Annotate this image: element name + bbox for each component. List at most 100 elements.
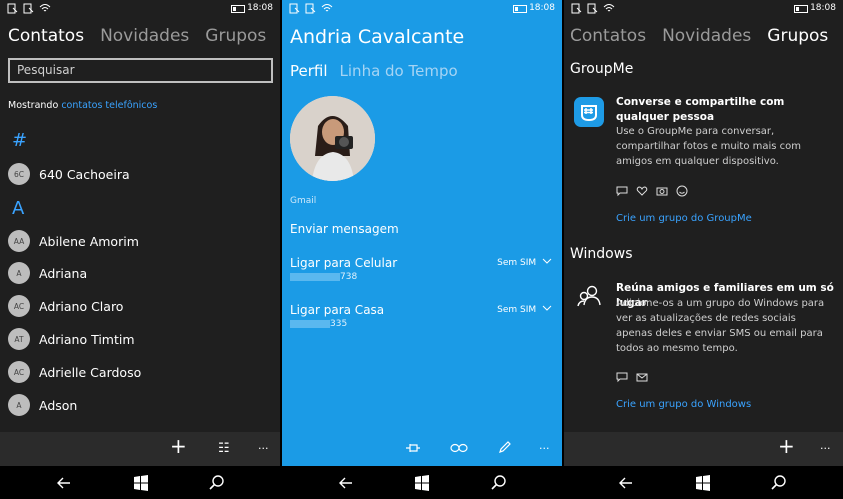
search-icon[interactable]: [770, 474, 788, 492]
back-icon[interactable]: [55, 474, 73, 492]
create-windows-group-link[interactable]: Crie um grupo do Windows: [616, 399, 751, 410]
battery-icon: [513, 5, 527, 13]
chevron-down-icon: [542, 305, 552, 311]
people-icon: [577, 285, 601, 307]
create-groupme-link[interactable]: Crie um grupo do GroupMe: [616, 213, 752, 224]
wifi-icon: [39, 4, 51, 12]
chat-icon: [616, 186, 628, 197]
pivot-tabs: Contatos Novidades Grupos: [8, 26, 266, 46]
battery-icon: [794, 5, 808, 13]
send-message-button[interactable]: Enviar mensagem: [290, 222, 399, 236]
showing-prefix: Mostrando: [8, 100, 59, 111]
edit-icon[interactable]: [498, 440, 512, 454]
battery-icon: [231, 5, 245, 13]
phone-number: 335: [290, 319, 347, 329]
system-nav-bar: [0, 466, 843, 499]
link-icon[interactable]: [450, 443, 468, 453]
windows-start-icon[interactable]: [694, 474, 712, 492]
avatar: AT: [8, 328, 30, 350]
contacts-panel: 18:08 Contatos Novidades Grupos Pesquisa…: [0, 0, 280, 466]
more-icon[interactable]: ···: [258, 440, 269, 458]
showing-filter: Mostrando contatos telefônicos: [8, 100, 157, 111]
sim-icon: [571, 3, 582, 14]
contact-item[interactable]: A Adriana: [8, 262, 87, 284]
profile-photo[interactable]: [290, 96, 375, 181]
windows-features: [616, 371, 648, 383]
tab-novidades[interactable]: Novidades: [100, 26, 189, 46]
contact-item[interactable]: AT Adriano Timtim: [8, 328, 135, 350]
tab-novidades[interactable]: Novidades: [662, 26, 751, 46]
more-icon[interactable]: ···: [820, 440, 831, 458]
tab-grupos[interactable]: Grupos: [767, 26, 828, 46]
avatar: AC: [8, 295, 30, 317]
sim-select-label: Sem SIM: [497, 305, 537, 315]
windows-start-icon[interactable]: [132, 474, 150, 492]
back-icon[interactable]: [617, 474, 635, 492]
clock: 18:08: [247, 3, 273, 13]
tab-contatos[interactable]: Contatos: [570, 26, 646, 46]
sim2-icon: [587, 3, 598, 14]
status-bar: 18:08: [0, 0, 280, 18]
redacted-number: [290, 319, 330, 328]
groupme-description: Use o GroupMe para conversar, compartilh…: [616, 126, 802, 167]
call-home-button[interactable]: Ligar para Casa: [290, 303, 384, 317]
camera-icon: [656, 187, 668, 196]
status-icons: [571, 3, 615, 14]
call-mobile-button[interactable]: Ligar para Celular: [290, 256, 397, 270]
avatar: 6C: [8, 163, 30, 185]
filter-link[interactable]: contatos telefônicos: [61, 100, 157, 111]
app-bar: ···: [282, 432, 562, 466]
status-icons: [289, 3, 333, 14]
groupme-title: Converse e compartilhe com qualquer pess…: [616, 96, 785, 123]
search-icon[interactable]: [208, 474, 226, 492]
add-icon[interactable]: +: [170, 436, 187, 456]
contact-item[interactable]: 6C 640 Cachoeira: [8, 163, 130, 185]
contact-name: Adriano Timtim: [39, 331, 135, 347]
wifi-icon: [603, 4, 615, 12]
windows-description: Adicione-os a um grupo do Windows para v…: [616, 298, 825, 354]
heart-icon: [636, 186, 648, 196]
status-icons: [7, 3, 51, 14]
more-icon[interactable]: ···: [539, 440, 550, 458]
search-input[interactable]: Pesquisar: [8, 58, 273, 83]
phone-number: 738: [290, 272, 357, 282]
sim-select[interactable]: Sem SIM: [497, 257, 552, 268]
mail-icon: [636, 373, 648, 382]
section-header-a[interactable]: A: [12, 198, 24, 219]
back-icon[interactable]: [337, 474, 355, 492]
contact-name: Abilene Amorim: [39, 233, 139, 249]
status-bar: 18:08: [282, 0, 562, 18]
tab-perfil[interactable]: Perfil: [290, 62, 328, 80]
avatar: A: [8, 262, 30, 284]
sim-select-label: Sem SIM: [497, 258, 537, 268]
windows-start-icon[interactable]: [413, 474, 431, 492]
wifi-icon: [321, 4, 333, 12]
section-header-hash[interactable]: #: [12, 130, 27, 151]
add-icon[interactable]: +: [778, 436, 795, 456]
contact-name: Adrielle Cardoso: [39, 364, 142, 380]
select-icon[interactable]: ☷: [218, 440, 230, 458]
sim2-icon: [23, 3, 34, 14]
avatar: AC: [8, 361, 30, 383]
search-icon[interactable]: [490, 474, 508, 492]
tab-linha-do-tempo[interactable]: Linha do Tempo: [340, 62, 458, 80]
app-bar: + ···: [564, 432, 843, 466]
pin-icon[interactable]: [405, 442, 421, 454]
contact-name: Adson: [39, 397, 78, 413]
clock: 18:08: [529, 3, 555, 13]
tab-contatos[interactable]: Contatos: [8, 26, 84, 46]
clock: 18:08: [810, 3, 836, 13]
contact-item[interactable]: A Adson: [8, 394, 77, 416]
sim-select[interactable]: Sem SIM: [497, 304, 552, 315]
redacted-number: [290, 272, 340, 281]
contact-name: Adriana: [39, 265, 88, 281]
contact-item[interactable]: AC Adriano Claro: [8, 295, 123, 317]
tab-grupos[interactable]: Grupos: [205, 26, 266, 46]
contact-item[interactable]: AA Abilene Amorim: [8, 230, 139, 252]
windows-section-title: Windows: [570, 246, 633, 262]
chat-icon: [616, 372, 628, 383]
contact-item[interactable]: AC Adrielle Cardoso: [8, 361, 141, 383]
contact-name: Adriano Claro: [39, 298, 124, 314]
sim-icon: [7, 3, 18, 14]
groupme-features: [616, 185, 688, 197]
